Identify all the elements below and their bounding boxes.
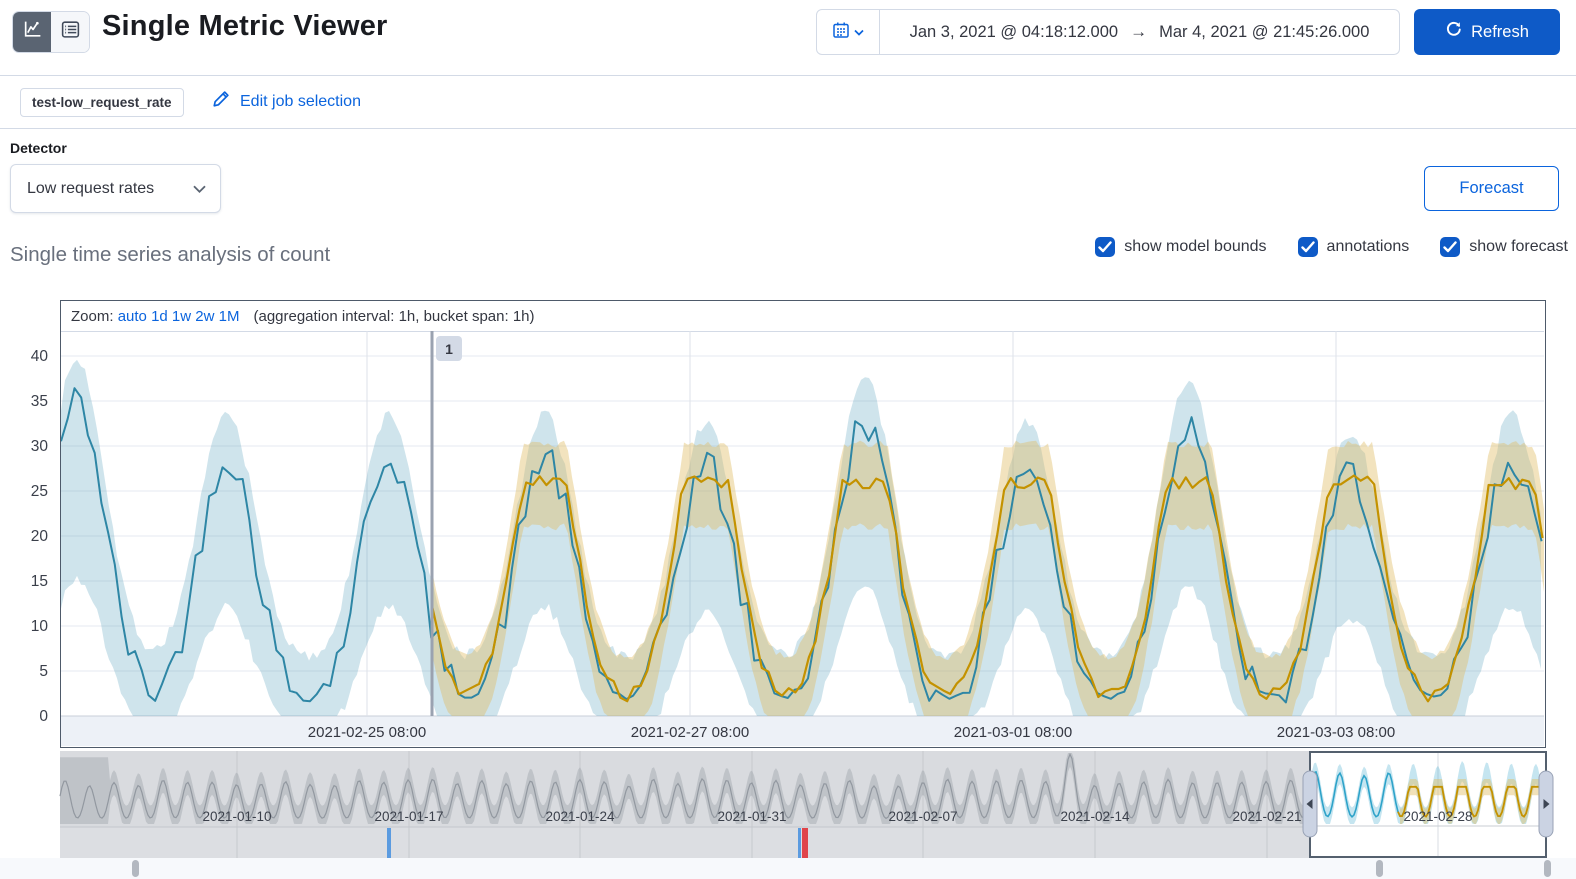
svg-text:2021-01-10: 2021-01-10 [202,809,271,824]
y-tick-label: 30 [30,438,48,455]
svg-text:2021-01-31: 2021-01-31 [717,809,786,824]
start-date-button[interactable]: Jan 3, 2021 @ 04:18:12.000 [910,23,1119,42]
y-tick-label: 0 [39,708,48,725]
y-tick-label: 40 [30,348,48,365]
zoom-option-2w[interactable]: 2w [195,308,214,325]
job-row-divider [0,128,1576,129]
detector-selected-value: Low request rates [27,179,155,197]
job-id-badge: test-low_request_rate [20,88,184,117]
swimlane-marker [1544,860,1551,877]
swimlane-marker [1376,860,1383,877]
checkbox-checked-icon [1440,237,1461,257]
svg-text:2021-03-03 08:00: 2021-03-03 08:00 [1277,724,1395,741]
y-tick-label: 20 [30,528,48,545]
time-range-picker: Jan 3, 2021 @ 04:18:12.000 → Mar 4, 2021… [816,9,1400,55]
page-title: Single Metric Viewer [102,10,388,42]
zoom-label: Zoom: [71,307,114,325]
header-divider [0,75,1576,76]
refresh-button[interactable]: Refresh [1414,9,1560,55]
svg-text:2021-01-24: 2021-01-24 [545,809,615,824]
show-model-bounds-label: show model bounds [1124,238,1267,255]
zoom-option-auto[interactable]: auto [118,308,147,325]
refresh-label: Refresh [1471,22,1529,41]
svg-text:2021-02-27 08:00: 2021-02-27 08:00 [631,724,749,741]
show-forecast-checkbox[interactable]: show forecast [1440,237,1568,257]
refresh-icon [1445,21,1462,43]
detector-label: Detector [10,140,67,156]
pencil-icon [212,90,230,113]
forecast-button[interactable]: Forecast [1424,166,1559,211]
zoom-option-1w[interactable]: 1w [172,308,191,325]
zoom-controls: Zoom: auto 1d 1w 2w 1M (aggregation inter… [61,301,1545,331]
single-metric-viewer-app: Single Metric Viewer Jan 3, 2021 @ 04:18… [0,0,1576,879]
annotations-label: annotations [1326,238,1410,255]
swimlane-strip [0,858,1576,879]
focus-chart-container: Zoom: auto 1d 1w 2w 1M (aggregation inter… [60,300,1546,748]
svg-text:2021-03-01 08:00: 2021-03-01 08:00 [954,724,1072,741]
context-chart-svg[interactable]: 2021-01-10 2021-01-17 2021-01-24 2021-01-31… [59,751,1554,858]
y-tick-label: 5 [39,663,48,680]
table-view-toggle-button[interactable] [51,12,89,52]
y-tick-label: 35 [30,393,48,410]
calendar-icon [832,21,850,44]
context-annotation-marker[interactable] [387,828,391,858]
svg-text:2021-02-07: 2021-02-07 [888,809,957,824]
svg-text:1: 1 [445,341,453,357]
edit-job-selection-link[interactable]: Edit job selection [212,90,361,113]
zoom-option-1d[interactable]: 1d [151,308,168,325]
zoom-option-1M[interactable]: 1M [219,308,240,325]
svg-text:2021-02-25 08:00: 2021-02-25 08:00 [308,724,426,741]
chevron-down-icon [854,23,864,41]
edit-job-selection-label: Edit job selection [240,92,361,110]
view-toggle-group [12,11,90,53]
line-chart-icon [22,19,43,45]
svg-text:2021-01-17: 2021-01-17 [374,809,443,824]
annotations-checkbox[interactable]: annotations [1297,237,1410,257]
arrow-right-icon: → [1130,22,1148,41]
analysis-heading: Single time series analysis of count [10,243,331,266]
y-tick-label: 15 [30,573,48,590]
aggregation-note: (aggregation interval: 1h, bucket span: … [253,307,535,325]
chart-view-toggle-button[interactable] [13,12,51,52]
svg-text:2021-02-28: 2021-02-28 [1403,809,1472,824]
show-model-bounds-checkbox[interactable]: show model bounds [1095,237,1267,257]
show-forecast-label: show forecast [1469,238,1568,255]
focus-chart-svg: 1 2021-02-25 08:00 2021-02-27 08:00 2021-03… [61,331,1544,746]
checkbox-checked-icon [1095,237,1116,257]
context-annotation-marker[interactable] [798,828,801,858]
y-tick-label: 25 [30,483,48,500]
chevron-down-icon [193,180,206,198]
checkbox-checked-icon [1297,237,1318,257]
context-annotation-marker[interactable] [802,828,808,858]
svg-text:2021-02-21: 2021-02-21 [1232,809,1301,824]
detector-select[interactable]: Low request rates [10,164,221,213]
svg-text:2021-02-14: 2021-02-14 [1060,809,1130,824]
chart-option-checkboxes: show model bounds annotations show forec… [1095,237,1568,257]
y-tick-label: 10 [30,618,48,635]
swimlane-marker [132,860,139,877]
quick-select-menu-button[interactable] [817,10,880,54]
table-icon [60,19,81,45]
end-date-button[interactable]: Mar 4, 2021 @ 21:45:26.000 [1159,23,1369,42]
